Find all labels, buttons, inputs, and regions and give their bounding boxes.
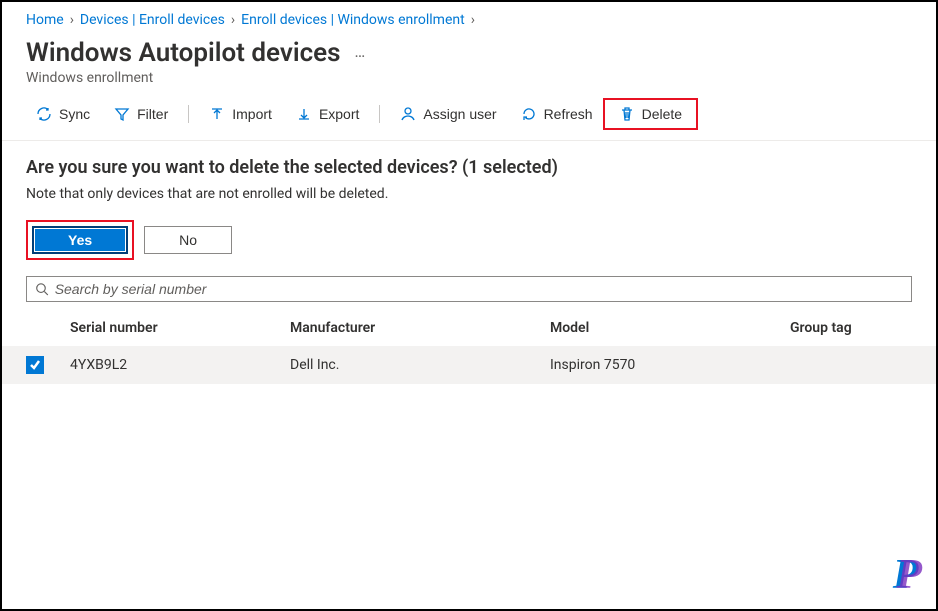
yes-highlight: Yes — [26, 220, 134, 260]
export-icon — [296, 106, 312, 122]
search-icon — [35, 282, 49, 296]
sync-button[interactable]: Sync — [26, 102, 100, 126]
row-checkbox[interactable] — [26, 356, 44, 374]
assign-user-label: Assign user — [423, 106, 496, 122]
user-icon — [400, 106, 416, 122]
page-subtitle: Windows enrollment — [26, 70, 912, 86]
trash-icon — [619, 106, 635, 122]
check-icon — [29, 359, 41, 371]
export-button[interactable]: Export — [286, 102, 369, 126]
refresh-button[interactable]: Refresh — [511, 102, 603, 126]
refresh-icon — [521, 106, 537, 122]
search-input[interactable] — [55, 281, 903, 297]
export-label: Export — [319, 106, 359, 122]
delete-highlight: Delete — [603, 98, 698, 130]
refresh-label: Refresh — [544, 106, 593, 122]
delete-button[interactable]: Delete — [609, 102, 692, 126]
filter-icon — [114, 106, 130, 122]
cell-manufacturer: Dell Inc. — [290, 357, 550, 373]
watermark-logo: PP — [893, 551, 922, 599]
import-label: Import — [232, 106, 272, 122]
sync-icon — [36, 106, 52, 122]
confirm-dialog: Are you sure you want to delete the sele… — [2, 141, 936, 268]
delete-label: Delete — [642, 106, 682, 122]
import-icon — [209, 106, 225, 122]
assign-user-button[interactable]: Assign user — [390, 102, 506, 126]
no-button[interactable]: No — [144, 226, 232, 254]
search-box[interactable] — [26, 276, 912, 302]
page-title: Windows Autopilot devices — [26, 38, 341, 68]
filter-button[interactable]: Filter — [104, 102, 178, 126]
sync-label: Sync — [59, 106, 90, 122]
table-row[interactable]: 4YXB9L2 Dell Inc. Inspiron 7570 — [2, 346, 936, 384]
breadcrumb: Home › Devices | Enroll devices › Enroll… — [2, 2, 936, 34]
toolbar: Sync Filter Import Export Assign user Re… — [2, 88, 936, 141]
breadcrumb-home[interactable]: Home — [26, 12, 64, 28]
col-manufacturer[interactable]: Manufacturer — [290, 320, 550, 336]
filter-label: Filter — [137, 106, 168, 122]
separator — [379, 105, 380, 123]
col-serial[interactable]: Serial number — [70, 320, 290, 336]
col-model[interactable]: Model — [550, 320, 790, 336]
breadcrumb-devices[interactable]: Devices | Enroll devices — [80, 12, 225, 28]
col-group-tag[interactable]: Group tag — [790, 320, 912, 336]
confirm-note: Note that only devices that are not enro… — [26, 186, 912, 202]
cell-model: Inspiron 7570 — [550, 357, 790, 373]
confirm-title: Are you sure you want to delete the sele… — [26, 157, 912, 178]
chevron-right-icon: › — [471, 12, 475, 28]
yes-button[interactable]: Yes — [32, 226, 128, 254]
devices-table: Serial number Manufacturer Model Group t… — [2, 310, 936, 384]
more-icon[interactable]: … — [355, 42, 366, 65]
breadcrumb-enrollment[interactable]: Enroll devices | Windows enrollment — [241, 12, 465, 28]
separator — [188, 105, 189, 123]
import-button[interactable]: Import — [199, 102, 282, 126]
table-header: Serial number Manufacturer Model Group t… — [2, 310, 936, 346]
chevron-right-icon: › — [70, 12, 74, 28]
cell-serial: 4YXB9L2 — [70, 357, 290, 373]
chevron-right-icon: › — [231, 12, 235, 28]
